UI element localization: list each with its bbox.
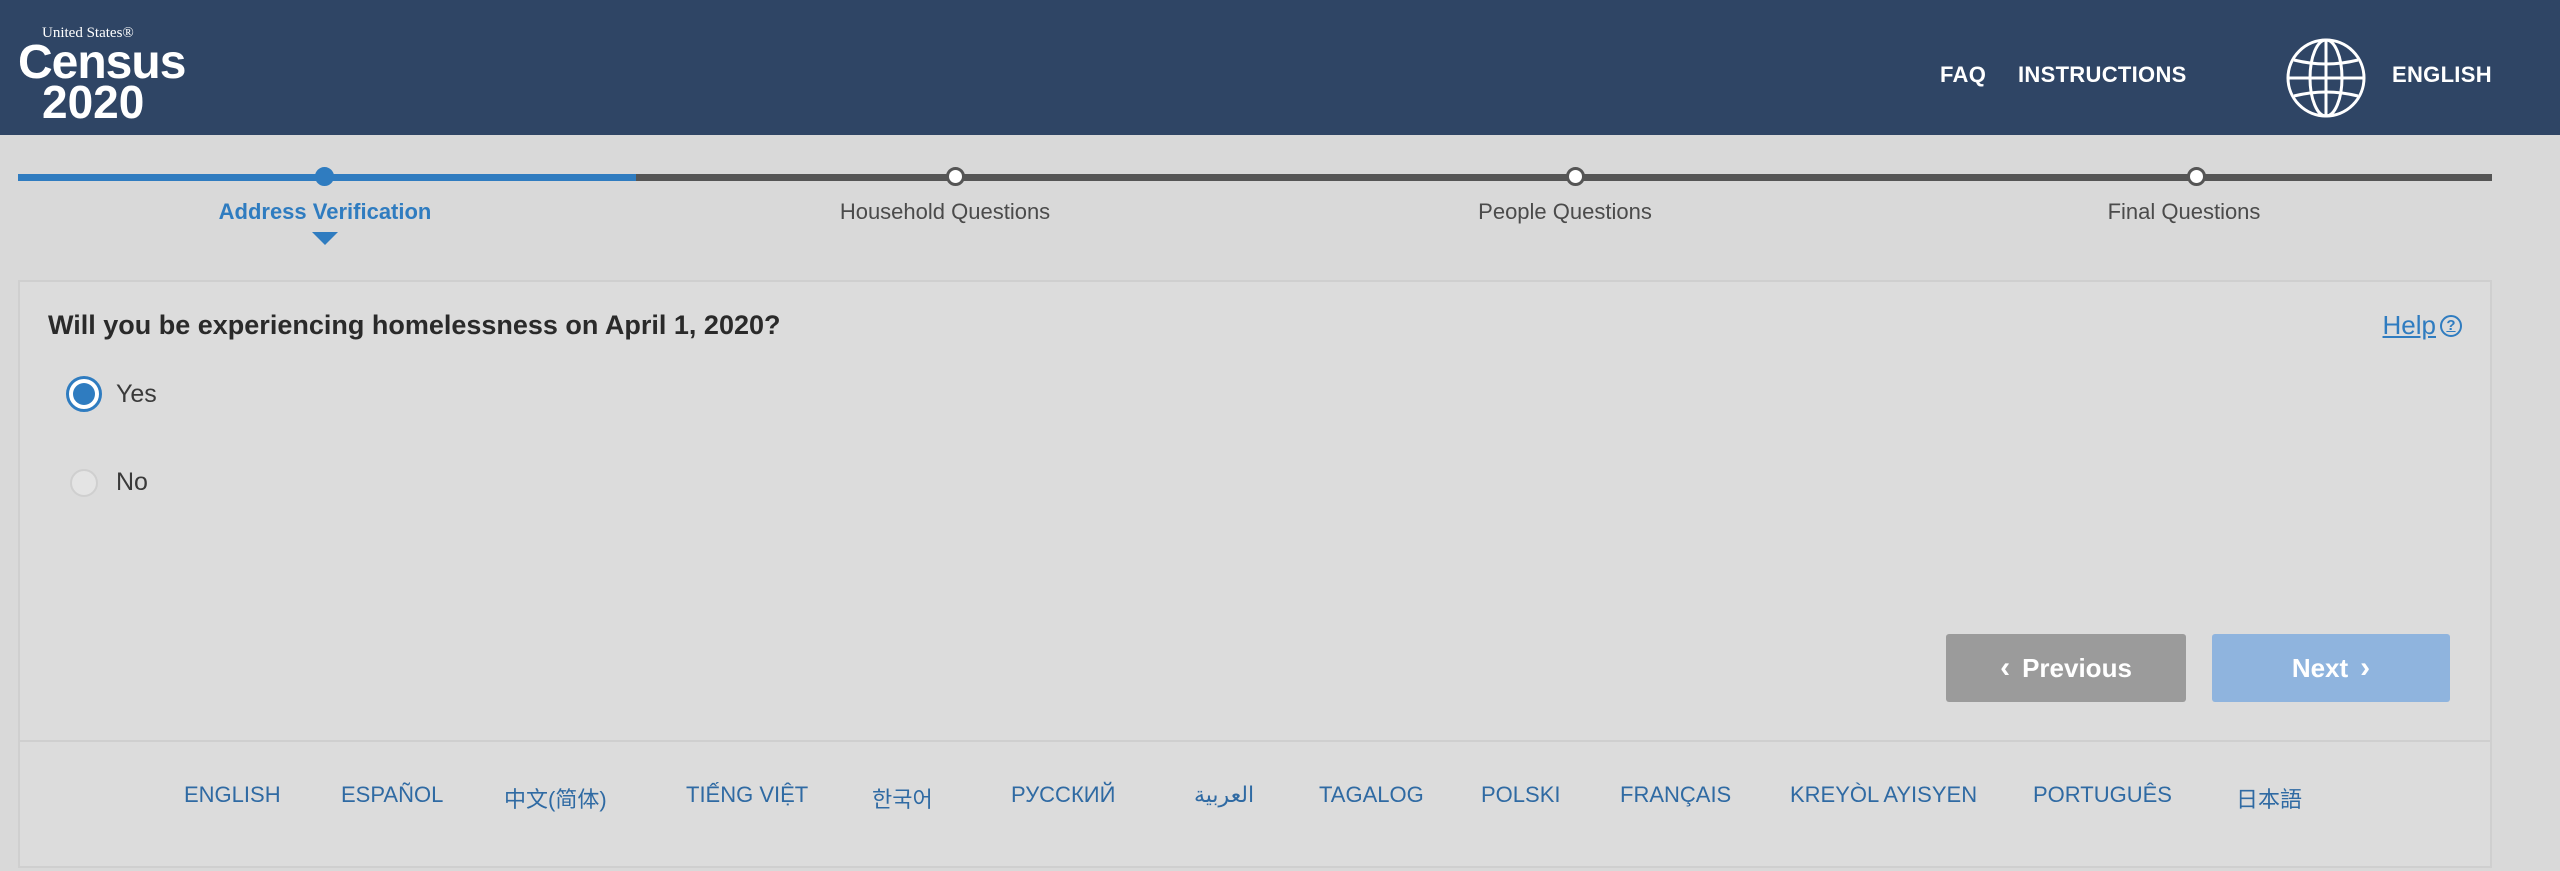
panel-divider — [20, 740, 2490, 742]
question-panel: Will you be experiencing homelessness on… — [18, 280, 2492, 868]
language-list: ENGLISH ESPAÑOL 中文(简体) TIẾNG VIỆT 한국어 РУ… — [20, 782, 2490, 822]
lang-japanese[interactable]: 日本語 — [2236, 782, 2302, 814]
question-circle-icon: ? — [2440, 314, 2462, 337]
step-label-final: Final Questions — [2107, 199, 2261, 224]
progress-stepper: Address Verification Household Questions… — [0, 135, 2560, 275]
lang-chinese[interactable]: 中文(简体) — [504, 782, 607, 814]
step-label-household: Household Questions — [839, 199, 1051, 224]
previous-label: Previous — [2022, 652, 2132, 683]
option-yes[interactable]: Yes — [66, 376, 157, 412]
header-bar: United States® Census 2020 FAQ INSTRUCTI… — [0, 0, 2560, 135]
step-dot-final — [2187, 167, 2206, 186]
lang-espanol[interactable]: ESPAÑOL — [341, 782, 443, 808]
language-selector[interactable]: ENGLISH — [2392, 62, 2492, 88]
option-no[interactable]: No — [66, 468, 148, 497]
lang-kreyol[interactable]: KREYÒL AYISYEN — [1790, 782, 1977, 808]
option-no-label: No — [116, 468, 148, 496]
help-link[interactable]: Help ? — [2383, 310, 2462, 341]
chevron-right-icon: › — [2360, 651, 2371, 684]
lang-portugues[interactable]: PORTUGUÊS — [2033, 782, 2172, 808]
progress-track-remaining — [636, 174, 2492, 181]
lang-english[interactable]: ENGLISH — [184, 782, 281, 808]
faq-link[interactable]: FAQ — [1940, 62, 1986, 88]
lang-arabic[interactable]: العربية — [1194, 782, 1254, 808]
active-step-caret-icon — [312, 232, 338, 245]
radio-yes[interactable] — [66, 376, 102, 412]
step-dot-people — [1566, 167, 1585, 186]
step-dot-household — [946, 167, 965, 186]
chevron-left-icon: ‹ — [2000, 651, 2011, 684]
step-label-address: Address Verification — [218, 199, 432, 224]
globe-icon[interactable] — [2284, 36, 2368, 120]
radio-no[interactable] — [70, 468, 98, 497]
lang-polski[interactable]: POLSKI — [1481, 782, 1560, 808]
next-button[interactable]: Next › — [2212, 634, 2450, 702]
step-label-people: People Questions — [1478, 199, 1652, 224]
census-logo[interactable]: United States® Census 2020 — [18, 26, 186, 126]
next-label: Next — [2291, 652, 2349, 683]
lang-korean[interactable]: 한국어 — [872, 782, 933, 814]
previous-button[interactable]: ‹ Previous — [1946, 634, 2186, 702]
instructions-link[interactable]: INSTRUCTIONS — [2018, 62, 2187, 88]
step-dot-address — [315, 167, 334, 186]
lang-tagalog[interactable]: TAGALOG — [1319, 782, 1424, 808]
help-label: Help — [2382, 310, 2436, 340]
lang-francais[interactable]: FRANÇAIS — [1620, 782, 1731, 808]
lang-vietnamese[interactable]: TIẾNG VIỆT — [686, 782, 808, 808]
lang-russian[interactable]: РУССКИЙ — [1011, 782, 1115, 808]
question-text: Will you be experiencing homelessness on… — [48, 310, 781, 340]
option-yes-label: Yes — [116, 379, 157, 408]
